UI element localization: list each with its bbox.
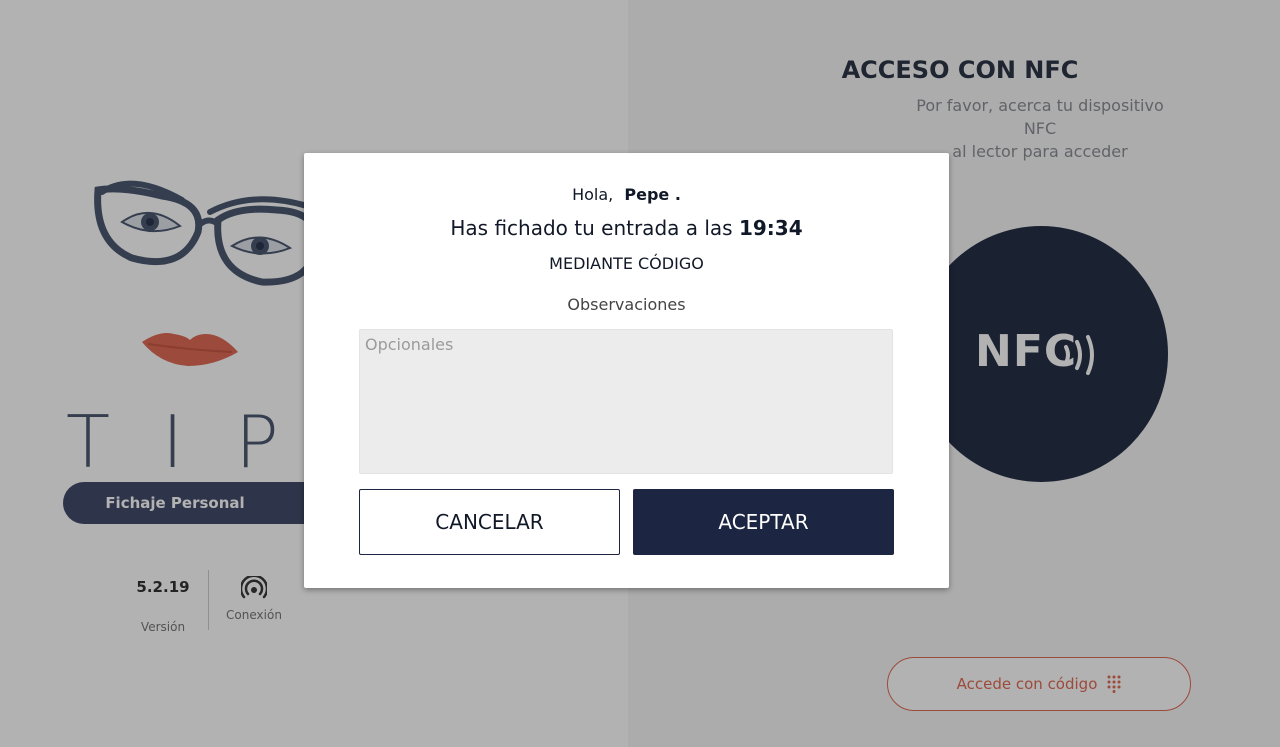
- check-in-method: MEDIANTE CÓDIGO: [549, 254, 704, 273]
- cancel-button[interactable]: CANCELAR: [359, 489, 620, 555]
- observations-label: Observaciones: [567, 295, 686, 314]
- screen: TIPSY Fichaje Personal 5.2.19 Versión Co…: [0, 0, 1280, 747]
- entry-message: Has fichado tu entrada a las 19:34: [304, 216, 949, 240]
- greeting: Hola, Pepe .: [304, 185, 949, 204]
- entry-time: 19:34: [738, 216, 803, 240]
- user-name: Pepe .: [624, 185, 681, 204]
- entry-text: Has fichado tu entrada a las: [450, 216, 733, 240]
- observations-textarea[interactable]: [359, 329, 893, 474]
- greeting-prefix: Hola,: [572, 185, 614, 204]
- check-in-dialog: Hola, Pepe . Has fichado tu entrada a la…: [304, 153, 949, 588]
- accept-button[interactable]: ACEPTAR: [633, 489, 894, 555]
